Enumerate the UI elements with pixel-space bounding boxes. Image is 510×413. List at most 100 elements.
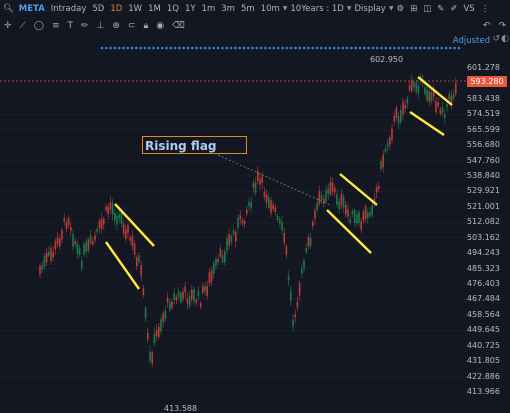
candle-body bbox=[430, 92, 433, 101]
interval-intraday[interactable]: Intraday bbox=[48, 4, 90, 14]
price-chart[interactable] bbox=[0, 0, 510, 411]
candle-body bbox=[127, 224, 129, 233]
candle-body bbox=[261, 176, 263, 184]
adjusted-toggle[interactable]: Adjusted bbox=[453, 36, 490, 46]
candle-body bbox=[94, 235, 96, 241]
event-dot bbox=[109, 46, 112, 50]
interval-1w[interactable]: 1W bbox=[125, 4, 145, 14]
display-menu[interactable]: Display bbox=[351, 4, 388, 14]
delete-icon[interactable]: ⌫ bbox=[168, 21, 189, 31]
candle-body bbox=[444, 114, 446, 119]
flag-line bbox=[326, 209, 372, 254]
candle-body bbox=[100, 218, 103, 230]
event-dot bbox=[393, 46, 396, 50]
candle-body bbox=[250, 201, 252, 208]
candle-body bbox=[85, 241, 87, 252]
event-dot bbox=[195, 46, 198, 50]
event-dot bbox=[345, 46, 349, 50]
price-tick-label: 413.966 bbox=[466, 387, 500, 397]
candle-body bbox=[149, 351, 151, 361]
price-tick-label: 565.599 bbox=[466, 124, 500, 134]
shapes-icon[interactable]: ◯ bbox=[30, 21, 48, 31]
ruler-icon[interactable]: ⊥ bbox=[93, 21, 109, 31]
candle-body bbox=[173, 293, 175, 300]
price-tick-label: 449.645 bbox=[466, 325, 500, 335]
candle-body bbox=[67, 218, 70, 226]
symbol-label[interactable]: META bbox=[17, 4, 48, 14]
interval-1m[interactable]: 1M bbox=[145, 4, 164, 14]
crosshair-icon[interactable]: ✛ bbox=[0, 21, 16, 31]
event-dot bbox=[105, 46, 108, 50]
event-dot bbox=[427, 46, 431, 50]
search-icon[interactable]: 🔍︎ bbox=[0, 4, 17, 14]
candle-body bbox=[59, 238, 61, 247]
candle-body bbox=[435, 101, 437, 113]
interval-5min[interactable]: 5m bbox=[238, 4, 258, 14]
interval-1d[interactable]: 1D bbox=[107, 4, 125, 14]
price-tick-label: 521.001 bbox=[466, 201, 500, 211]
flag-line bbox=[409, 111, 445, 136]
more-icon[interactable]: ⋮ bbox=[478, 4, 493, 14]
candle-body bbox=[272, 204, 274, 210]
price-tick-label: 503.162 bbox=[466, 232, 500, 242]
candle-body bbox=[406, 98, 409, 104]
event-dot bbox=[363, 46, 366, 50]
candle-body bbox=[320, 195, 323, 200]
candle-body bbox=[257, 171, 259, 181]
trendline-icon[interactable]: ⟋ bbox=[16, 21, 30, 31]
candle-body bbox=[193, 288, 195, 302]
candle-body bbox=[151, 352, 153, 364]
vs-icon[interactable]: VS bbox=[460, 4, 477, 14]
candle-body bbox=[309, 237, 312, 247]
compare-icon[interactable]: ⊞ bbox=[407, 4, 420, 14]
candle-body bbox=[294, 314, 296, 318]
interval-5d[interactable]: 5D bbox=[89, 4, 107, 14]
candle-body bbox=[358, 212, 360, 223]
fib-icon[interactable]: ≡ bbox=[48, 21, 64, 31]
event-dot bbox=[337, 46, 340, 50]
candle-body bbox=[138, 255, 140, 263]
zoom-icon[interactable]: ⊕ bbox=[108, 21, 124, 31]
edit-icon[interactable]: ✐ bbox=[447, 4, 460, 14]
candle-body bbox=[155, 330, 158, 337]
pattern-annotation[interactable]: Rising flag bbox=[142, 136, 247, 154]
candle-body bbox=[131, 235, 134, 247]
candle-body bbox=[239, 215, 241, 220]
candle-body bbox=[202, 286, 204, 293]
candle-body bbox=[452, 94, 455, 99]
event-dot bbox=[199, 46, 203, 50]
event-dot bbox=[418, 46, 422, 50]
toggle-icon[interactable]: ◐ bbox=[501, 34, 509, 44]
candle-body bbox=[76, 243, 79, 254]
interval-10min[interactable]: 10m bbox=[258, 4, 283, 14]
candle-body bbox=[268, 197, 270, 208]
interval-1q[interactable]: 1Q bbox=[164, 4, 182, 14]
candle-body bbox=[78, 248, 81, 255]
candle-body bbox=[72, 234, 74, 247]
event-dot bbox=[302, 46, 306, 50]
range-selector[interactable]: 10Years : 1D bbox=[287, 4, 346, 14]
interval-3min[interactable]: 3m bbox=[218, 4, 238, 14]
pencil-icon[interactable]: ✎ bbox=[434, 4, 447, 14]
camera-icon[interactable]: ◫ bbox=[420, 4, 434, 14]
undo-icon[interactable]: ↶ bbox=[479, 21, 495, 31]
interval-1min[interactable]: 1m bbox=[199, 4, 219, 14]
visibility-icon[interactable]: ◉ bbox=[152, 21, 168, 31]
interval-1y[interactable]: 1Y bbox=[182, 4, 199, 14]
candle-body bbox=[114, 213, 116, 221]
candle-body bbox=[61, 230, 63, 240]
candle-body bbox=[413, 82, 415, 88]
candle-body bbox=[219, 248, 222, 257]
brush-icon[interactable]: ✏ bbox=[77, 21, 93, 31]
magnet-icon[interactable]: ⊂ bbox=[124, 21, 140, 31]
settings-icon[interactable]: ⚙ bbox=[393, 4, 407, 14]
reset-icon[interactable]: ↺ bbox=[492, 34, 500, 44]
event-dot bbox=[444, 46, 448, 50]
candle-body bbox=[448, 93, 450, 100]
text-icon[interactable]: T bbox=[63, 21, 77, 31]
candle-body bbox=[292, 319, 294, 327]
event-dot bbox=[143, 46, 147, 50]
lock-icon[interactable]: 🔒︎ bbox=[139, 21, 152, 31]
event-dot bbox=[126, 46, 130, 50]
redo-icon[interactable]: ↷ bbox=[494, 21, 510, 31]
